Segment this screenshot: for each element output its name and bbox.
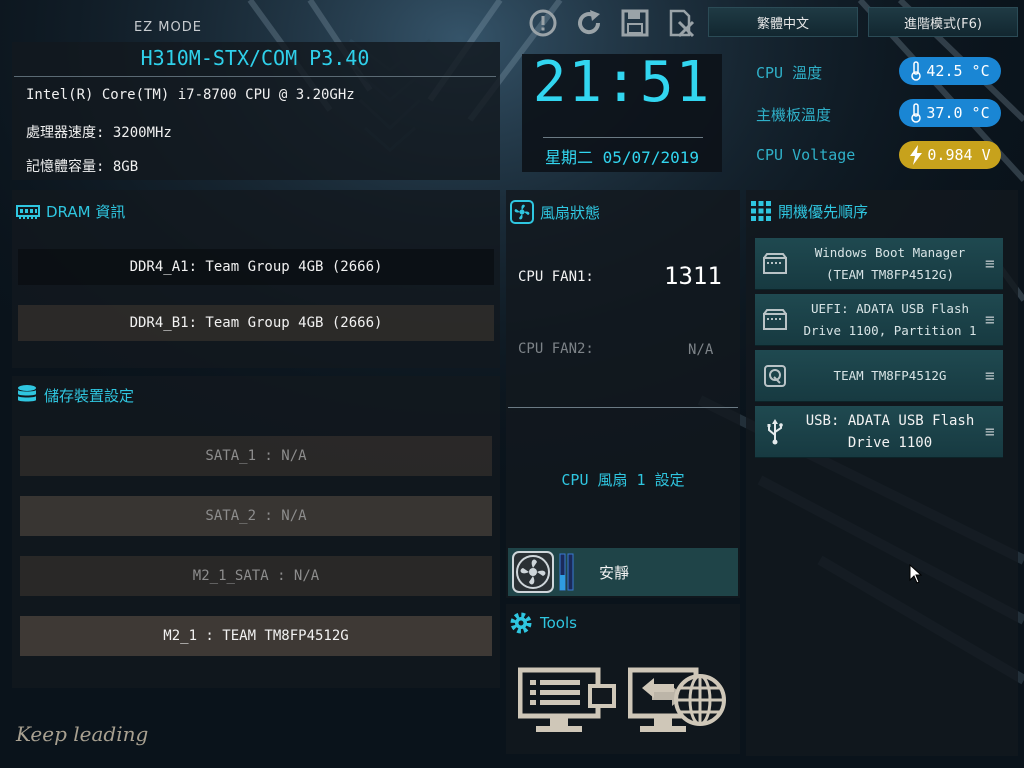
voltage-label: CPU Voltage [756,146,856,164]
memory-chip-icon [16,204,40,219]
cpu-fan1-setting-link[interactable]: CPU 風扇 1 設定 [506,469,740,490]
fan-mode-label: 安靜 [599,563,630,582]
fan-title: 風扇狀態 [510,200,600,224]
thermometer-icon [911,103,922,123]
mouse-cursor-icon [909,564,923,584]
fan-icon [512,551,554,593]
cpu-temp-value: 42.5 °C [926,62,990,80]
tools-title-label: Tools [540,614,577,632]
dram-slot-b1: DDR4_B1: Team Group 4GB (2666) [18,305,494,341]
cpu-fan1-value: 1311 [664,262,722,290]
board-model: H310M-STX/COM P3.40 [140,46,370,70]
dram-title-label: DRAM 資訊 [46,203,126,221]
drive-icon [763,252,787,274]
reset-icon[interactable] [574,8,604,38]
boot-item[interactable]: UEFI: ADATA USB Flash Drive 1100, Partit… [755,294,1003,346]
boot-item-line2: Drive 1100, Partition 1 [803,322,977,338]
mode-label: EZ MODE [134,20,202,35]
fan-title-label: 風扇狀態 [540,203,601,222]
drag-handle-icon[interactable]: ≡ [985,422,1003,441]
grid-icon [751,201,771,221]
boot-priority-title-label: 開機優先順序 [778,202,869,221]
lightning-icon [910,145,923,165]
help-icon[interactable] [528,8,558,38]
advanced-mode-button[interactable]: 進階模式(F6) [868,7,1018,37]
cpu-temp-badge: 42.5 °C [899,57,1001,85]
storage-title: 儲存裝置設定 [16,384,134,406]
boot-item-line2: (TEAM TM8FP4512G) [826,266,954,282]
cpu-fan1-label: CPU FAN1: [518,269,594,285]
cpu-name: Intel(R) Core(TM) i7-8700 CPU @ 3.20GHz [26,87,355,103]
internet-flash-tool-icon[interactable] [628,666,728,734]
storage-port-sata2: SATA_2 : N/A [20,496,492,536]
cpu-temp-label: CPU 溫度 [756,64,823,82]
boot-priority-title: 開機優先順序 [750,200,868,222]
fan-mode-button[interactable]: 安靜 [508,548,738,596]
fan-icon [510,200,534,224]
boot-item-line1: TEAM TM8FP4512G [833,367,947,383]
drag-handle-icon[interactable]: ≡ [985,254,1003,273]
dram-title: DRAM 資訊 [16,201,125,222]
database-icon [18,385,36,402]
mb-temp-value: 37.0 °C [926,104,990,122]
boot-item-line1: Windows Boot Manager [814,244,966,260]
boot-item[interactable]: Windows Boot Manager (TEAM TM8FP4512G) ≡ [755,238,1003,290]
boot-item-line2: Drive 1100 [847,434,933,451]
clock-time: 21:51 [532,50,712,115]
drag-handle-icon[interactable]: ≡ [985,366,1003,385]
brand-slogan: Keep leading [16,722,149,746]
gear-icon [510,612,532,634]
boot-item-line1: USB: ADATA USB Flash [805,412,975,429]
boot-item[interactable]: TEAM TM8FP4512G ≡ [755,350,1003,402]
save-icon[interactable] [620,8,650,38]
drive-icon [763,308,787,330]
cpu-fan2-value: N/A [688,342,714,358]
voltage-value: 0.984 V [927,146,991,164]
mb-temp-badge: 37.0 °C [899,99,1001,127]
usb-icon [767,418,783,444]
bios-flash-tool-icon[interactable] [518,666,618,734]
mb-temp-label: 主機板溫度 [756,106,832,124]
divider [508,407,738,408]
thermometer-icon [911,61,922,81]
storage-port-m2-sata: M2_1_SATA : N/A [20,556,492,596]
divider [543,137,703,138]
storage-title-label: 儲存裝置設定 [44,386,135,405]
boot-item-line1: UEFI: ADATA USB Flash [810,300,970,316]
language-button[interactable]: 繁體中文 [708,7,858,37]
boot-item[interactable]: USB: ADATA USB Flash Drive 1100 ≡ [755,406,1003,458]
voltage-badge: 0.984 V [899,141,1001,169]
hdd-icon [764,364,786,387]
exit-icon[interactable] [666,8,696,38]
dram-slot-a1: DDR4_A1: Team Group 4GB (2666) [18,249,494,285]
storage-port-m2: M2_1 : TEAM TM8FP4512G [20,616,492,656]
drag-handle-icon[interactable]: ≡ [985,310,1003,329]
fan-panel [506,190,740,598]
cpu-speed: 處理器速度: 3200MHz [26,125,172,141]
fan-level-bars-icon [559,553,574,591]
storage-port-sata1: SATA_1 : N/A [20,436,492,476]
divider [14,76,496,77]
clock-date: 星期二 05/07/2019 [545,148,699,167]
memory-size: 記憶體容量: 8GB [26,159,139,175]
cpu-fan2-label: CPU FAN2: [518,341,594,357]
tools-title: Tools [508,610,577,636]
